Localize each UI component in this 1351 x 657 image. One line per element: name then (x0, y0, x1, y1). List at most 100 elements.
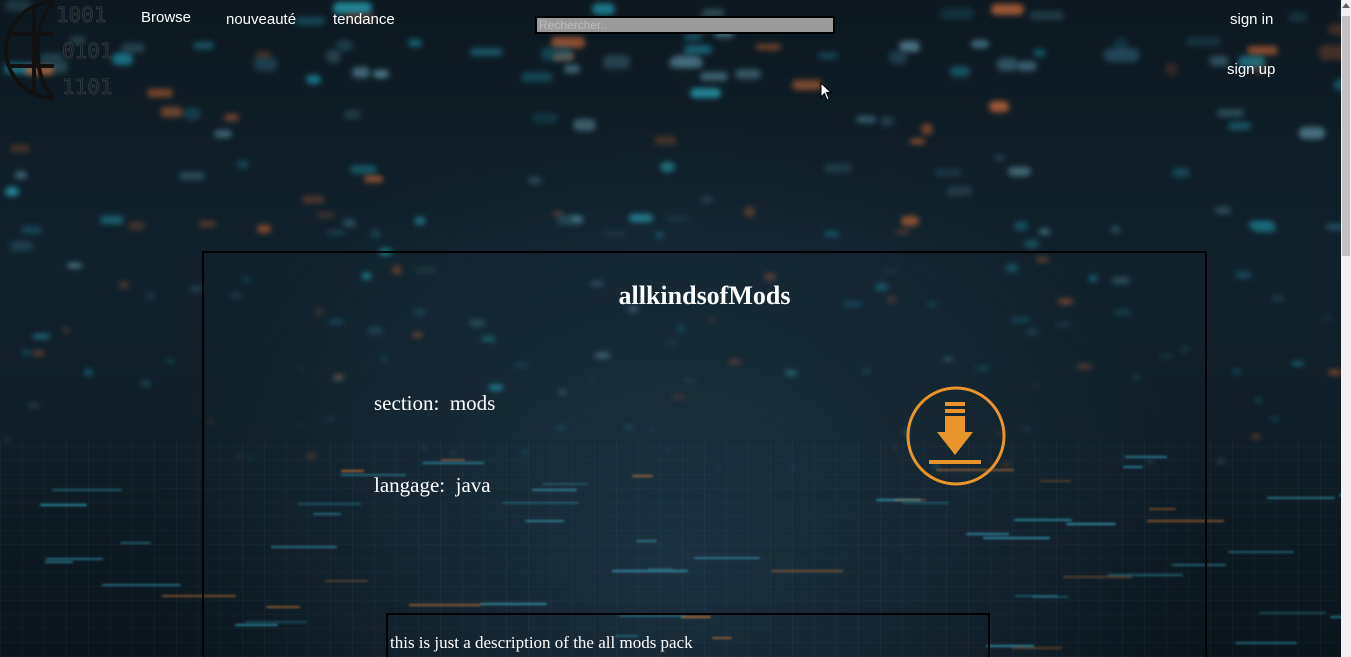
background-bokeh-dot (414, 217, 426, 225)
background-bokeh-dot (791, 79, 822, 91)
logo-binary-line-3: 1101 (62, 75, 112, 99)
background-bokeh-dot (363, 175, 384, 183)
background-bokeh-dot (3, 436, 10, 441)
background-bokeh-dot (183, 108, 202, 120)
background-bokeh-dot (531, 112, 559, 124)
section-value: mods (449, 391, 496, 415)
background-bokeh-dot (317, 211, 334, 218)
site-logo[interactable]: 1001 0101 1101 (4, 0, 113, 100)
background-light-streak (1329, 615, 1341, 618)
language-row: langage: java (374, 473, 491, 498)
background-bokeh-dot (910, 138, 926, 145)
background-bokeh-dot (856, 115, 877, 124)
background-bokeh-dot (4, 187, 20, 196)
language-label: langage: (374, 473, 446, 497)
background-bokeh-dot (1327, 370, 1341, 375)
background-bokeh-dot (1247, 46, 1278, 55)
background-bokeh-dot (1104, 48, 1140, 62)
background-bokeh-dot (1165, 62, 1178, 76)
description-text: this is just a description of the all mo… (390, 633, 693, 652)
background-bokeh-dot (27, 404, 40, 407)
background-light-streak (1259, 612, 1326, 615)
scroll-up-arrow-icon[interactable] (1342, 3, 1350, 8)
background-bokeh-dot (165, 358, 176, 363)
background-bokeh-dot (1185, 37, 1222, 46)
nav-new-link[interactable]: nouveauté (226, 11, 296, 28)
background-bokeh-dot (350, 164, 377, 175)
background-bokeh-dot (1255, 399, 1261, 402)
background-bokeh-dot (1039, 227, 1050, 235)
background-bokeh-dot (564, 65, 581, 73)
sign-in-link[interactable]: sign in (1230, 11, 1273, 28)
page-scrollbar[interactable] (1341, 0, 1351, 657)
background-bokeh-dot (121, 43, 146, 53)
background-light-streak (52, 488, 123, 491)
background-bokeh-dot (336, 39, 354, 51)
background-bokeh-dot (755, 43, 781, 51)
background-bokeh-dot (1217, 109, 1245, 118)
background-bokeh-dot (189, 286, 203, 291)
background-bokeh-dot (684, 44, 712, 54)
background-bokeh-dot (1029, 10, 1065, 21)
background-bokeh-dot (344, 110, 361, 119)
background-bokeh-dot (689, 87, 721, 98)
background-bokeh-dot (342, 218, 356, 228)
background-bokeh-dot (654, 232, 665, 238)
background-bokeh-dot (326, 49, 341, 63)
search-input[interactable] (535, 16, 835, 34)
background-bokeh-dot (327, 230, 345, 236)
background-bokeh-dot (946, 186, 972, 196)
background-bokeh-dot (369, 230, 381, 238)
background-bokeh-dot (20, 458, 25, 460)
background-bokeh-dot (1228, 121, 1252, 130)
background-bokeh-dot (823, 163, 853, 174)
background-bokeh-dot (15, 171, 28, 179)
background-bokeh-dot (305, 75, 322, 84)
background-bokeh-dot (933, 168, 962, 177)
background-bokeh-dot (572, 118, 597, 132)
background-bokeh-dot (1298, 127, 1326, 139)
background-bokeh-dot (253, 56, 277, 71)
background-bokeh-dot (213, 129, 232, 138)
background-bokeh-dot (1251, 434, 1260, 439)
mouse-cursor-icon (820, 81, 834, 107)
background-light-streak (102, 584, 182, 587)
background-bokeh-dot (939, 7, 974, 19)
background-bokeh-dot (1017, 61, 1038, 72)
background-bokeh-dot (1328, 24, 1341, 36)
background-bokeh-dot (256, 225, 272, 233)
download-button[interactable] (904, 384, 1008, 488)
background-bokeh-dot (1325, 223, 1341, 230)
background-bokeh-dot (63, 327, 70, 335)
background-bokeh-dot (970, 40, 989, 49)
background-bokeh-dot (817, 52, 838, 60)
background-bokeh-dot (950, 65, 970, 78)
background-light-streak (1267, 496, 1335, 499)
scrollbar-thumb[interactable] (1342, 16, 1350, 256)
background-bokeh-dot (527, 176, 543, 184)
background-bokeh-dot (591, 3, 615, 16)
background-bokeh-dot (295, 17, 326, 25)
background-bokeh-dot (895, 229, 910, 235)
background-bokeh-dot (301, 195, 325, 203)
background-bokeh-dot (1319, 45, 1341, 60)
background-bokeh-dot (683, 33, 703, 42)
background-bokeh-dot (254, 50, 272, 58)
background-bokeh-dot (1172, 167, 1190, 177)
background-bokeh-dot (1321, 315, 1332, 320)
background-bokeh-dot (21, 349, 30, 356)
background-bokeh-dot (1032, 49, 1046, 57)
background-bokeh-dot (700, 71, 729, 81)
background-bokeh-dot (744, 206, 755, 218)
nav-browse-link[interactable]: Browse (141, 9, 191, 26)
nav-trending-link[interactable]: tendance (333, 11, 395, 28)
download-icon (906, 386, 1006, 486)
background-bokeh-dot (921, 123, 933, 135)
background-bokeh-dot (67, 263, 83, 269)
background-bokeh-dot (735, 68, 762, 80)
background-bokeh-dot (119, 281, 130, 288)
background-bokeh-dot (99, 216, 125, 225)
sign-up-link[interactable]: sign up (1227, 61, 1275, 78)
language-value: java (455, 473, 491, 497)
background-bokeh-dot (1110, 226, 1120, 232)
